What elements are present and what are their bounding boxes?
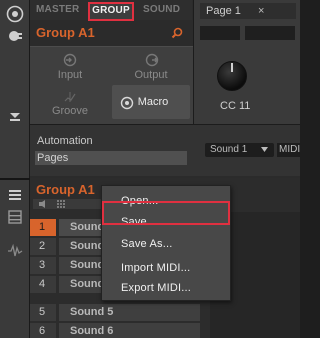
menu-item-save-as[interactable]: Save As...: [121, 238, 173, 250]
left-toolbar: [0, 0, 30, 338]
sound-row-name: Sound 1: [59, 219, 101, 236]
sound-row-number: 1: [30, 219, 56, 236]
knob-label: CC 11: [220, 100, 251, 112]
sound-row[interactable]: 1 Sound 1: [30, 219, 101, 236]
search-icon[interactable]: [171, 27, 183, 39]
groove-icon: [64, 92, 76, 102]
sound-row[interactable]: 6 Sound 6: [30, 323, 200, 338]
pages-field[interactable]: Pages: [35, 151, 187, 165]
tab-sound[interactable]: SOUND: [143, 4, 180, 15]
group-title[interactable]: Group A1: [36, 25, 95, 40]
sound-row-name: Sound 3: [59, 257, 101, 274]
menu-item-import-midi[interactable]: Import MIDI...: [121, 262, 190, 274]
sound-row-name: Sound 6: [59, 323, 200, 338]
sound-row[interactable]: 3 Sound 3: [30, 257, 101, 274]
mode-output[interactable]: Output: [122, 69, 180, 81]
close-icon[interactable]: ×: [258, 3, 264, 19]
collapse-arrow-icon[interactable]: [6, 107, 24, 125]
menu-item-export-midi[interactable]: Export MIDI...: [121, 282, 191, 294]
tab-master[interactable]: MASTER: [36, 4, 79, 15]
waveform-icon[interactable]: [6, 242, 24, 260]
automation-label: Automation: [37, 135, 93, 147]
app-window: MASTER GROUP SOUND Group A1 Input Output…: [0, 0, 300, 338]
list-view-icon[interactable]: [6, 186, 24, 204]
sound-row[interactable]: 4 Sound 4: [30, 276, 101, 293]
sound-row-name: Sound 2: [59, 238, 101, 255]
sound-row-number: 2: [30, 238, 56, 255]
page-tab[interactable]: Page 1 ×: [200, 3, 296, 19]
tab-bar: MASTER GROUP SOUND: [30, 0, 192, 21]
sound-row-number: 6: [30, 323, 56, 338]
chevron-down-icon: [261, 147, 268, 152]
sound-row-name: Sound 4: [59, 276, 101, 293]
plugin-icon[interactable]: [6, 27, 24, 45]
sound-dropdown-label: Sound 1: [210, 144, 248, 155]
param-slot-1[interactable]: [200, 26, 240, 40]
mode-groove[interactable]: Groove: [41, 105, 99, 117]
output-icon: [145, 53, 159, 67]
mute-solo-bar: [33, 199, 103, 209]
mode-panel: Input Output Groove Macro: [30, 46, 193, 124]
group-editor-title[interactable]: Group A1: [36, 182, 95, 197]
midi-dropdown[interactable]: MIDI: [277, 143, 300, 157]
grid-view-icon[interactable]: [6, 208, 24, 226]
page-tab-label: Page 1: [206, 5, 241, 17]
left-toolbar-divider: [0, 178, 30, 180]
sound-row-number: 4: [30, 276, 56, 293]
save-as-highlight: [102, 201, 230, 225]
sound-dropdown[interactable]: Sound 1: [205, 143, 274, 157]
sound-row-number: 5: [30, 304, 56, 321]
input-icon: [63, 53, 77, 67]
macro-icon: [120, 96, 134, 110]
sound-row[interactable]: 5 Sound 5: [30, 304, 200, 321]
mode-macro[interactable]: Macro: [133, 96, 173, 108]
sound-row-name: Sound 5: [59, 304, 200, 321]
power-icon[interactable]: [6, 5, 24, 23]
param-slot-2[interactable]: [245, 26, 295, 40]
sound-row[interactable]: 2 Sound 2: [30, 238, 101, 255]
mode-input[interactable]: Input: [41, 69, 99, 81]
sound-row-number: 3: [30, 257, 56, 274]
tab-group[interactable]: GROUP: [88, 2, 134, 21]
knob-indicator: [231, 63, 233, 72]
